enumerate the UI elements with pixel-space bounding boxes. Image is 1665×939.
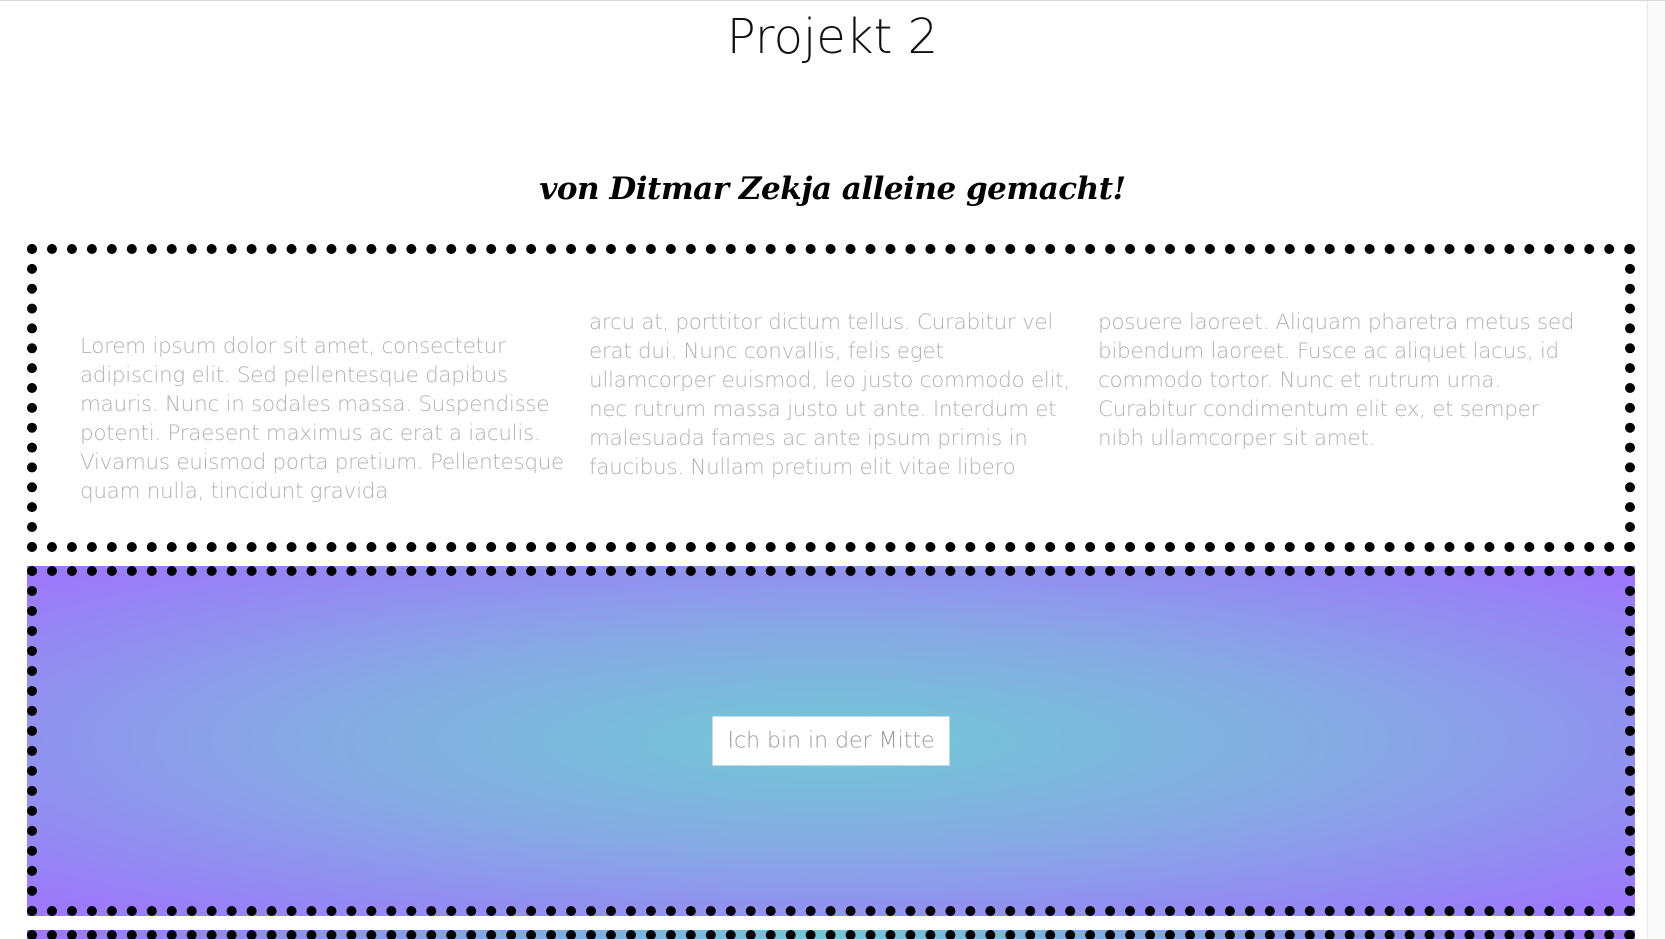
- next-section-box: [27, 930, 1635, 939]
- page-subtitle: von Ditmar Zekja alleine gemacht!: [539, 171, 1126, 207]
- text-column-3: posuere laoreet. Aliquam pharetra metus …: [1098, 310, 1575, 451]
- page-title: Projekt 2: [726, 9, 939, 65]
- center-label-box[interactable]: Ich bin in der Mitte: [712, 716, 950, 766]
- text-column-1: Lorem ipsum dolor sit amet, consectetur …: [80, 334, 564, 504]
- vertical-scrollbar[interactable]: [1647, 1, 1665, 939]
- text-column-2: arcu at, porttitor dictum tellus. Curabi…: [589, 310, 1070, 480]
- text-columns-box: Lorem ipsum dolor sit amet, consectetur …: [27, 244, 1635, 552]
- gradient-box: Ich bin in der Mitte: [27, 566, 1635, 916]
- page: Projekt 2 von Ditmar Zekja alleine gemac…: [0, 0, 1665, 939]
